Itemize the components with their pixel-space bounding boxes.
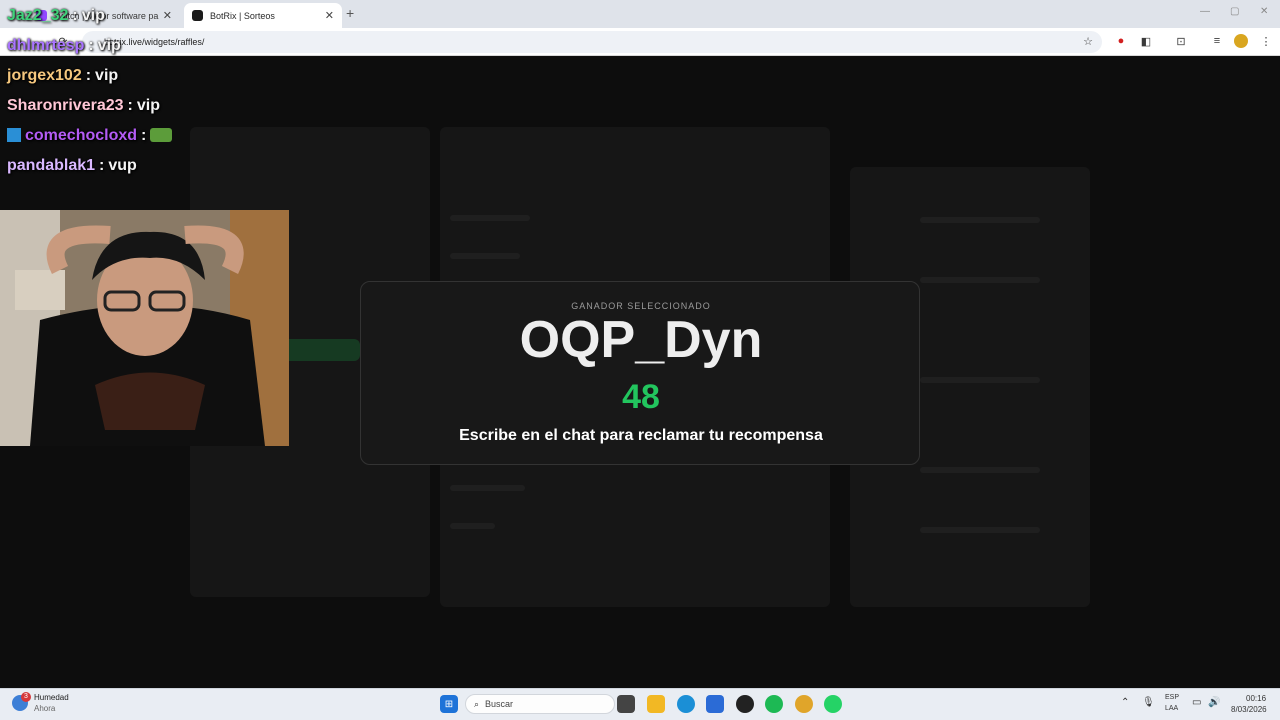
weather-subtitle: Ahora: [34, 704, 56, 713]
notification-badge: 3: [21, 692, 31, 702]
obs-icon[interactable]: [736, 695, 754, 713]
screenshot-icon[interactable]: ⊡: [1174, 34, 1188, 48]
emote-icon: [150, 128, 173, 142]
tab-botrix[interactable]: BotRix | Sorteos ✕: [184, 3, 342, 28]
list-item: [920, 377, 1040, 383]
microphone-icon[interactable]: 🎙: [1142, 697, 1155, 708]
list-item: [920, 527, 1040, 533]
list-item: [450, 485, 525, 491]
network-icon[interactable]: ▭: [1192, 697, 1201, 708]
close-icon[interactable]: ✕: [163, 9, 172, 22]
clock-date: 8/03/2026: [1231, 705, 1267, 714]
store-icon[interactable]: [706, 695, 724, 713]
chat-message: pandablak1: vup: [7, 157, 137, 174]
chat-username: Jaz2_32: [7, 7, 69, 24]
chevron-up-icon[interactable]: ⌃: [1121, 697, 1129, 708]
list-item: [450, 253, 520, 259]
chat-text: vip: [95, 67, 119, 84]
list-item: [920, 217, 1040, 223]
list-item: [920, 467, 1040, 473]
chat-text: vip: [136, 97, 160, 114]
extensions-icon[interactable]: ◧: [1139, 34, 1153, 48]
winner-number: 48: [622, 378, 660, 416]
file-explorer-icon[interactable]: [647, 695, 665, 713]
clock-time[interactable]: 00:16: [1246, 694, 1266, 703]
list-item: [450, 523, 495, 529]
webcam-feed: [0, 210, 289, 446]
chat-username: pandablak1: [7, 157, 96, 174]
chat-message: Sharonrivera23: vip: [7, 97, 160, 114]
chat-message: dhlmrtesp: vip: [7, 37, 121, 54]
chat-message: Jaz2_32: vip: [7, 7, 105, 24]
taskbar-search[interactable]: ⌕ Buscar: [465, 694, 615, 714]
weather-title[interactable]: Humedad: [34, 693, 69, 702]
search-placeholder: Buscar: [485, 699, 514, 709]
winner-message: Escribe en el chat para reclamar tu reco…: [459, 427, 823, 444]
botrix-icon: [192, 10, 203, 21]
chat-text: vip: [97, 37, 121, 54]
list-item: [450, 215, 530, 221]
chat-text: vup: [108, 157, 137, 174]
chat-username: Sharonrivera23: [7, 97, 124, 114]
winner-card: GANADOR SELECCIONADO OQP_Dyn 48 Escribe …: [360, 281, 920, 465]
chat-text: vip: [81, 7, 105, 24]
chat-username: comechocloxd: [25, 127, 138, 144]
keyboard-layout: LAA: [1165, 705, 1179, 712]
task-view-icon[interactable]: [617, 695, 635, 713]
close-window-icon[interactable]: ✕: [1260, 6, 1268, 17]
star-icon[interactable]: ☆: [1081, 34, 1095, 48]
minimize-icon[interactable]: —: [1200, 6, 1210, 17]
volume-icon[interactable]: 🔊: [1208, 697, 1220, 708]
start-icon[interactable]: ⊞: [440, 695, 458, 713]
maximize-icon[interactable]: ▢: [1230, 6, 1239, 17]
opera-icon[interactable]: ●: [1114, 34, 1128, 48]
language-indicator[interactable]: ESP: [1165, 694, 1179, 701]
winner-name: OQP_Dyn: [519, 311, 763, 369]
whatsapp-icon[interactable]: [824, 695, 842, 713]
media-icon[interactable]: ≡: [1210, 34, 1224, 48]
taskbar: [0, 688, 1280, 720]
edge-icon[interactable]: [677, 695, 695, 713]
chat-username: jorgex102: [7, 67, 82, 84]
close-icon[interactable]: ✕: [325, 9, 334, 22]
chat-username: dhlmrtesp: [7, 37, 85, 54]
new-tab-icon[interactable]: +: [346, 5, 354, 21]
menu-icon[interactable]: ⋮: [1259, 34, 1273, 48]
chat-message: jorgex102: vip: [7, 67, 119, 84]
address-bar[interactable]: botrix.live/widgets/raffles/: [82, 31, 1102, 53]
chat-message: comechocloxd:: [7, 127, 173, 145]
tab-title: BotRix | Sorteos: [210, 10, 275, 21]
badge-icon: [7, 128, 21, 142]
spotify-icon[interactable]: [765, 695, 783, 713]
list-item: [920, 277, 1040, 283]
chrome-icon[interactable]: [795, 695, 813, 713]
avatar[interactable]: [1234, 34, 1248, 48]
search-icon: ⌕: [474, 698, 480, 709]
